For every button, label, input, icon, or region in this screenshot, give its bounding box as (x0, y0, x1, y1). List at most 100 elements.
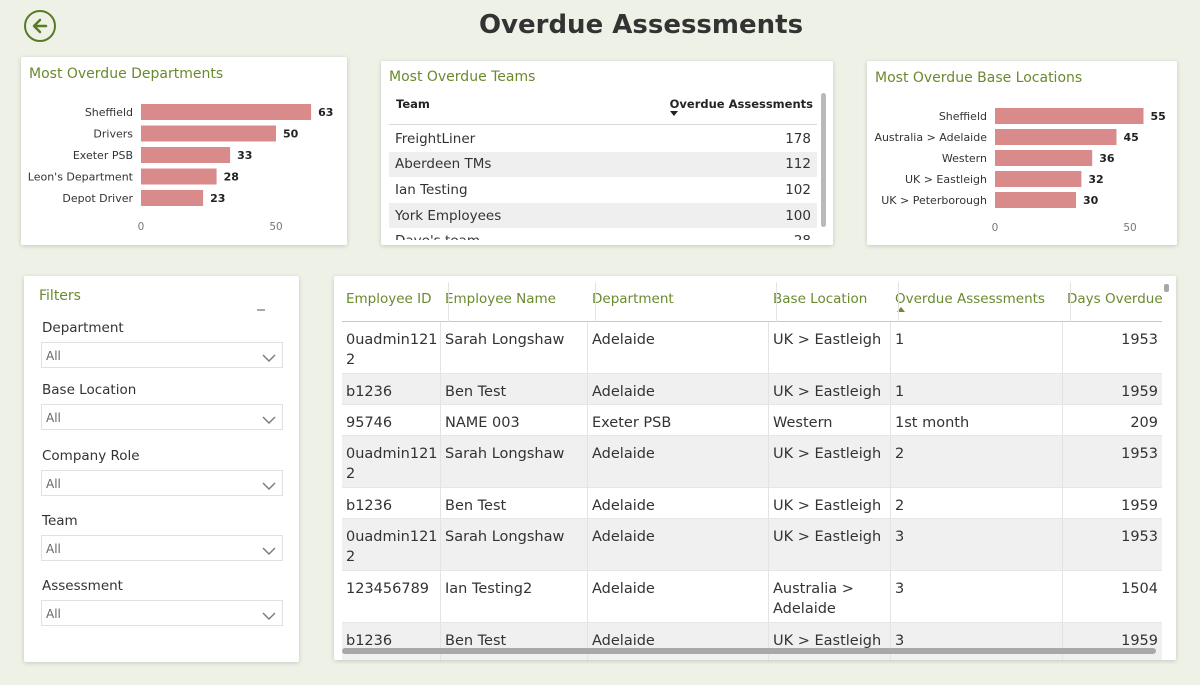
cell-days-overdue: 1504 (1121, 581, 1158, 597)
team-name: FreightLiner (395, 130, 476, 147)
team-row[interactable]: York Employees 100 (389, 202, 817, 229)
filter-dropdown-team[interactable]: All (41, 535, 283, 561)
cell-days-overdue: 1959 (1121, 384, 1158, 400)
cell-base-location: UK > Eastleigh (773, 446, 882, 462)
cell-days-overdue: 1953 (1121, 332, 1158, 348)
bar (995, 129, 1117, 145)
team-row[interactable]: FreightLiner 178 (389, 126, 817, 152)
cell-overdue-assessments: 1 (895, 384, 905, 400)
teams-header-team[interactable]: Team (396, 97, 430, 111)
column-divider (587, 488, 588, 518)
chevron-down-icon (262, 412, 276, 430)
filter-label-company-role: Company Role (42, 448, 140, 464)
filters-title: Filters (39, 288, 81, 304)
sort-desc-icon (669, 111, 678, 116)
team-name: York Employees (395, 207, 502, 224)
cell-base-location: UK > Eastleigh (773, 498, 882, 514)
column-divider (1062, 436, 1063, 487)
table-row[interactable]: b1236 Ben Test Adelaide UK > Eastleigh 1 1959 (342, 374, 1162, 405)
team-name: Ian Testing (395, 181, 468, 198)
cell-employee-name: Sarah Longshaw (445, 332, 565, 348)
column-divider (890, 436, 891, 487)
employees-table-card: Employee ID Employee Name Department Base L… (334, 276, 1176, 660)
table-row[interactable]: b1236 Ben Test Adelaide UK > Eastleigh 2 1959 (342, 488, 1162, 519)
column-divider (587, 519, 588, 570)
table-row[interactable]: 0uadmin121 2 Sarah Longshaw Adelaide UK > E… (342, 436, 1162, 488)
teams-vertical-scrollbar[interactable] (821, 93, 826, 227)
bar-value-label: 33 (237, 149, 252, 162)
cell-employee-id: b1236 (346, 498, 393, 514)
x-tick-label: 0 (138, 221, 145, 233)
column-divider (587, 623, 588, 660)
cell-department: Exeter PSB (592, 415, 672, 431)
cell-employee-name: Ben Test (445, 384, 507, 400)
team-overdue-count: 178 (785, 130, 811, 147)
column-header-base-location[interactable]: Base Location (773, 291, 867, 307)
locations-bar-chart: Sheffield 55 Australia > Adelaide 45 Western… (874, 108, 1166, 234)
filter-label-base-location: Base Location (42, 382, 137, 398)
table-row[interactable]: 123456789 Ian Testing2 Adelaide Australia >… (342, 571, 1162, 623)
team-overdue-count: 28 (794, 233, 811, 240)
employees-vertical-scrollbar[interactable] (1164, 284, 1169, 292)
teams-header-overdue[interactable]: Overdue Assessments (669, 97, 813, 116)
column-header-days-overdue[interactable]: Days Overdue (1067, 291, 1163, 307)
cell-department: Adelaide (592, 581, 655, 597)
employees-horizontal-scrollbar[interactable] (342, 648, 1156, 654)
table-row[interactable]: 0uadmin121 2 Sarah Longshaw Adelaide UK > E… (342, 322, 1162, 374)
column-header-employee-id[interactable]: Employee ID (346, 291, 432, 307)
table-row[interactable]: b1236 Ben Test Adelaide UK > Eastleigh 3 1959 (342, 623, 1162, 660)
filter-selected-value: All (46, 542, 61, 556)
column-divider (768, 623, 769, 660)
cell-employee-name: Sarah Longshaw (445, 446, 565, 462)
column-header-employee-name[interactable]: Employee Name (445, 291, 556, 307)
filter-dropdown-base-location[interactable]: All (41, 404, 283, 430)
cell-overdue-assessments: 3 (895, 529, 905, 545)
team-name: Dave's team (395, 233, 480, 240)
bar-value-label: 30 (1083, 194, 1099, 207)
column-divider (440, 322, 441, 373)
column-divider (890, 519, 891, 570)
teams-table-title: Most Overdue Teams (389, 69, 536, 85)
chevron-down-icon (262, 350, 276, 368)
column-divider (1062, 571, 1063, 622)
cell-employee-name: Ian Testing2 (445, 581, 533, 597)
column-divider (890, 322, 891, 373)
column-divider (440, 405, 441, 435)
cell-days-overdue: 209 (1130, 415, 1158, 431)
column-header-overdue-assessments[interactable]: Overdue Assessments (895, 291, 1045, 307)
filter-dropdown-company-role[interactable]: All (41, 470, 283, 496)
bar (141, 147, 231, 163)
table-row[interactable]: 95746 NAME 003 Exeter PSB Western 1st month 2… (342, 405, 1162, 436)
cell-base-location: Australia > Adelaide (773, 581, 854, 617)
bar-value-label: 50 (283, 128, 299, 141)
team-row[interactable]: Dave's team 28 (389, 228, 817, 240)
column-divider (587, 405, 588, 435)
column-header-department[interactable]: Department (592, 291, 674, 307)
page-title: Overdue Assessments (478, 10, 804, 40)
bar-value-label: 32 (1088, 173, 1103, 186)
column-divider (768, 436, 769, 487)
bar-category-label: Depot Driver (62, 192, 133, 205)
header-column-divider (1070, 282, 1071, 322)
filter-dropdown-assessment[interactable]: All (41, 600, 283, 626)
column-divider (1062, 405, 1063, 435)
bar-category-label: Western (942, 152, 987, 165)
cell-overdue-assessments: 2 (895, 446, 905, 462)
cell-department: Adelaide (592, 498, 655, 514)
bar-category-label: Australia > Adelaide (874, 131, 987, 144)
teams-table-card: Most Overdue Teams Team Overdue Assessme… (381, 61, 833, 245)
column-divider (440, 571, 441, 622)
column-divider (440, 519, 441, 570)
minimize-icon[interactable] (257, 309, 265, 311)
table-row[interactable]: 0uadmin121 2 Sarah Longshaw Adelaide UK > E… (342, 519, 1162, 571)
column-divider (890, 374, 891, 404)
column-divider (440, 623, 441, 660)
column-divider (890, 571, 891, 622)
team-row[interactable]: Ian Testing 102 (389, 177, 817, 203)
filter-dropdown-department[interactable]: All (41, 342, 283, 368)
cell-employee-name: NAME 003 (445, 415, 520, 431)
team-row[interactable]: Aberdeen TMs 112 (389, 151, 817, 178)
cell-overdue-assessments: 1 (895, 332, 905, 348)
bar (995, 171, 1082, 187)
bar-value-label: 28 (224, 171, 239, 184)
